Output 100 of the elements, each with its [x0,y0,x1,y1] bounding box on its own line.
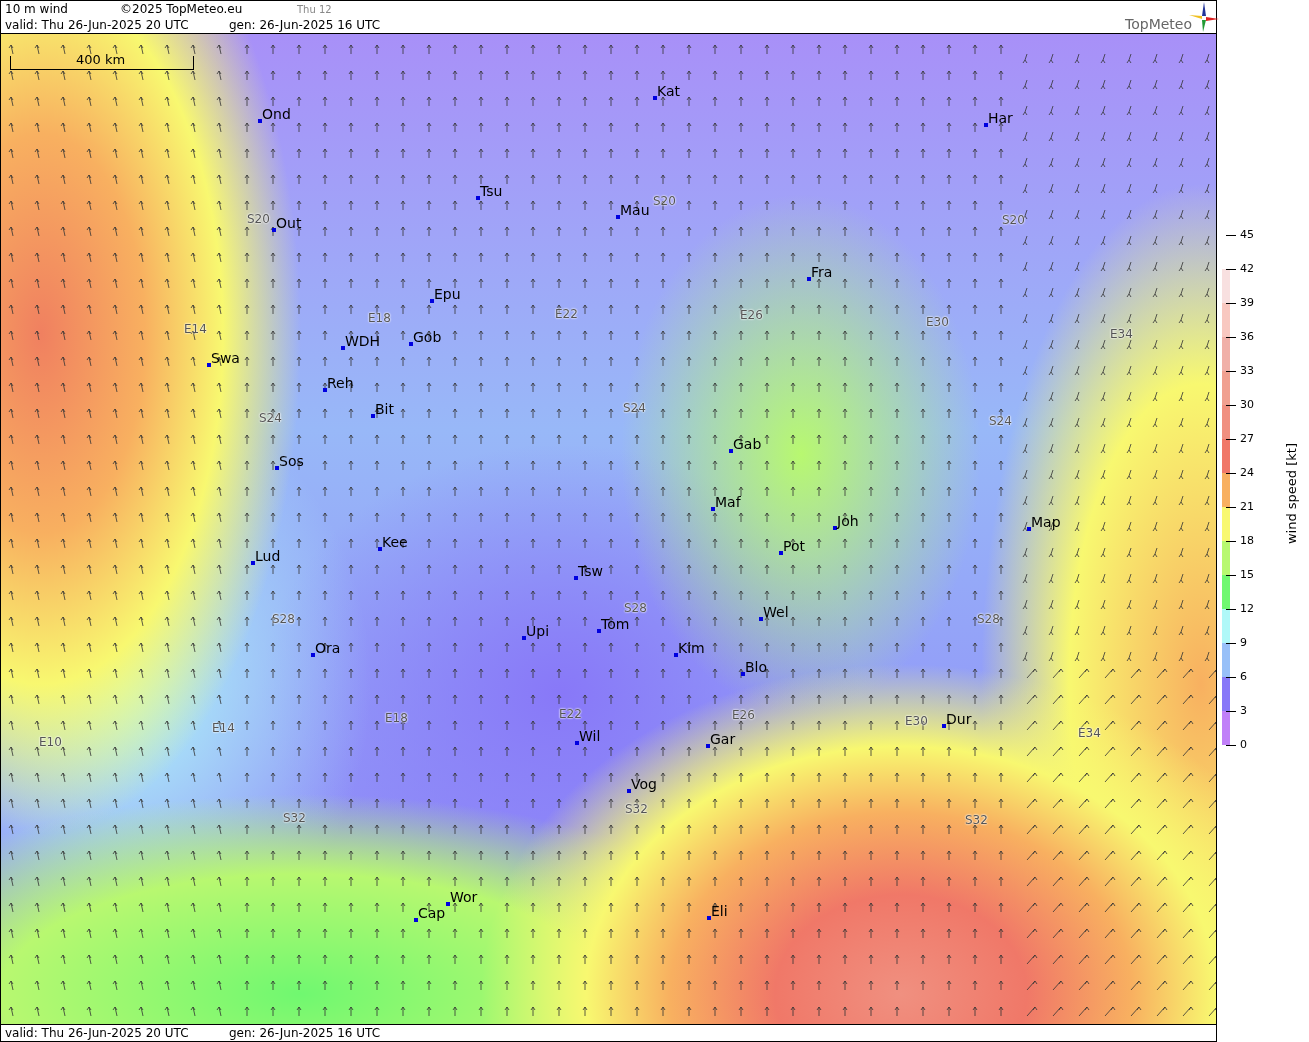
city-label: Maf [715,494,741,510]
city-label: Bit [375,401,394,417]
city-marker [574,576,578,580]
map-title: 10 m wind [5,2,68,16]
legend-tick-label: 24 [1240,467,1254,479]
grid-label: E14 [212,721,235,735]
grid-label: S24 [989,414,1012,428]
city-label: Kat [657,83,680,99]
grid-label: S20 [653,194,676,208]
city-marker [207,363,211,367]
legend-tick-label: 45 [1240,229,1254,241]
city-marker [430,299,434,303]
city-marker [627,789,631,793]
city-label: Eli [711,903,728,919]
city-marker [378,547,382,551]
city-marker [311,653,315,657]
city-marker [409,342,413,346]
valid-time: valid: Thu 26-Jun-2025 20 UTC [5,1026,189,1040]
city-marker [251,561,255,565]
city-label: Upi [526,623,550,639]
scale-label: 400 km [76,53,126,67]
city-marker [616,215,620,219]
frame-label: Thu 12 [297,3,332,17]
city-label: Gab [733,436,762,452]
grid-label: S28 [624,601,647,615]
city-label: Fra [811,264,833,280]
grid-label: S28 [272,612,295,626]
city-label: Swa [211,350,240,366]
city-marker [759,617,763,621]
grid-label: S24 [259,411,282,425]
city-label: Tsu [480,183,503,199]
city-label: Vog [631,776,657,792]
grid-label: S32 [625,802,648,816]
grid-label: E10 [39,735,62,749]
city-label: Kim [678,640,705,656]
legend-tick-label: 0 [1240,739,1247,751]
city-marker [779,551,783,555]
legend-tick-label: 21 [1240,501,1254,513]
copyright-text: ©2025 TopMeteo.eu [120,2,243,16]
grid-label: S24 [623,401,646,415]
logo-text: TopMeteo [1125,17,1192,31]
city-label: Har [988,110,1013,126]
city-label: Pot [783,538,805,554]
city-marker [272,228,276,232]
legend-tick-label: 33 [1240,365,1254,377]
grid-label: E26 [740,308,763,322]
grid-label: E26 [732,708,755,722]
city-marker [707,916,711,920]
legend-tick-label: 15 [1240,569,1254,581]
city-marker [711,507,715,511]
city-marker [984,123,988,127]
legend-tick-label: 39 [1240,297,1254,309]
city-label: WDH [345,333,381,349]
grid-label: E34 [1110,327,1133,341]
legend-tick-label: 30 [1240,399,1254,411]
city-marker [275,466,279,470]
generated-time: gen: 26-Jun-2025 16 UTC [229,18,381,32]
city-label: Wel [763,604,789,620]
city-marker [741,672,745,676]
legend-tick-label: 27 [1240,433,1254,445]
legend-tick-label: 6 [1240,671,1247,683]
grid-label: E34 [1078,726,1101,740]
city-marker [258,119,262,123]
grid-label: E22 [555,307,578,321]
city-label: Out [276,215,302,231]
city-marker [706,744,710,748]
city-label: Ora [315,640,341,656]
city-marker [597,629,601,633]
city-marker [446,902,450,906]
city-marker [807,277,811,281]
legend-tick-label: 12 [1240,603,1254,615]
generated-time: gen: 26-Jun-2025 16 UTC [229,1026,381,1040]
city-label: Gob [413,329,442,345]
legend-tick-label: 18 [1240,535,1254,547]
city-label: Tom [601,616,630,632]
city-label: Cap [418,905,446,921]
city-marker [1027,527,1031,531]
grid-label: S20 [1002,213,1025,227]
grid-label: S32 [283,811,306,825]
city-label: Dur [946,711,972,727]
grid-label: E30 [905,714,928,728]
city-label: Sos [279,453,304,469]
city-label: Mau [620,202,650,218]
city-marker [476,196,480,200]
grid-label: E30 [926,315,949,329]
grid-label: E18 [368,311,391,325]
city-label: Wor [450,889,478,905]
city-marker [833,526,837,530]
city-marker [729,449,733,453]
city-marker [371,414,375,418]
legend-tick-label: 9 [1240,637,1247,649]
city-label: Joh [837,513,859,529]
city-marker [942,724,946,728]
legend-title: wind speed [kt] [1283,443,1300,545]
grid-label: E14 [184,322,207,336]
legend-tick-label: 42 [1240,263,1254,275]
grid-label: E18 [385,711,408,725]
valid-time: valid: Thu 26-Jun-2025 20 UTC [5,18,189,32]
city-label: Gar [710,731,736,747]
city-label: Reh [327,375,354,391]
